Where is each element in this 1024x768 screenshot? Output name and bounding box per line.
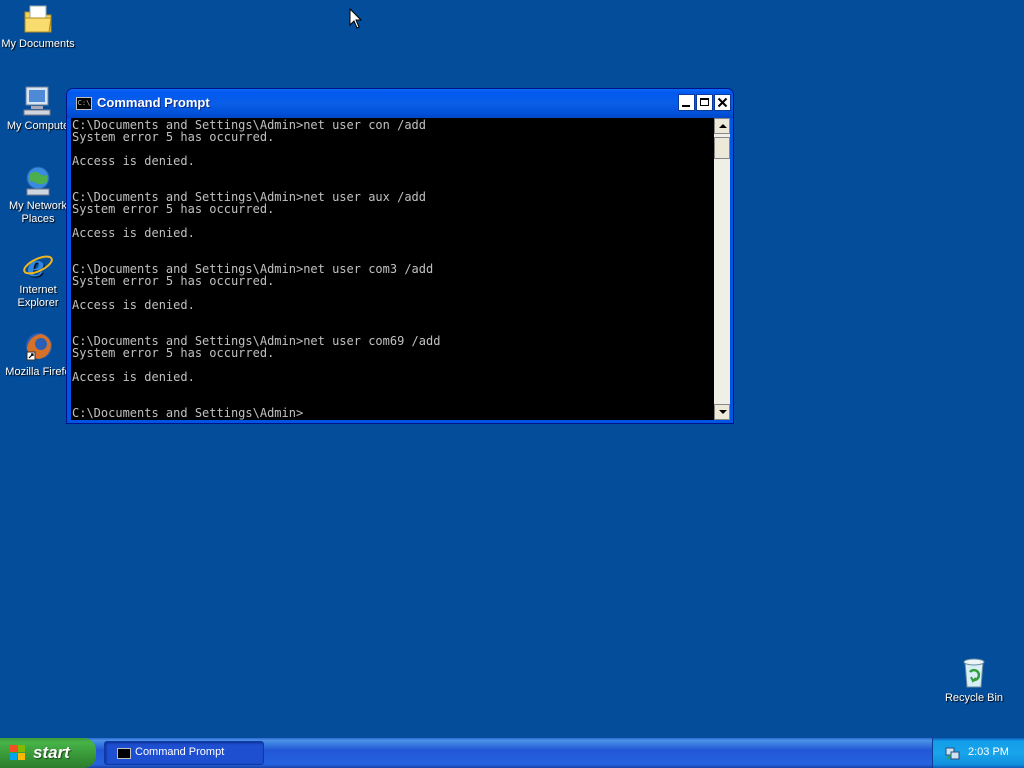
my-computer-icon	[21, 84, 55, 118]
firefox-icon	[21, 330, 55, 364]
network-status-icon[interactable]	[945, 745, 961, 761]
system-tray: 2:03 PM	[932, 738, 1024, 768]
scroll-up-button[interactable]	[714, 118, 730, 134]
recycle-bin-icon	[957, 656, 991, 690]
desktop-icon-recycle-bin[interactable]: Recycle Bin	[936, 656, 1012, 705]
desktop-icon-label-line2: Places	[21, 213, 55, 225]
svg-text:e: e	[27, 250, 45, 282]
desktop-icon-label: Recycle Bin	[944, 692, 1004, 704]
console-line: System error 5 has occurred.	[72, 346, 275, 360]
console-output[interactable]: C:\Documents and Settings\Admin>net user…	[71, 118, 714, 420]
arrow-up-icon	[719, 124, 727, 128]
my-documents-icon	[21, 2, 55, 36]
desktop-icon-label-line1: My Network	[8, 200, 68, 212]
close-icon	[717, 97, 728, 108]
internet-explorer-icon: e	[21, 248, 55, 283]
minimize-button[interactable]	[678, 94, 695, 111]
desktop-icon-label: My Compute	[6, 120, 70, 132]
arrow-down-icon	[719, 410, 727, 414]
console-line: Access is denied.	[72, 298, 195, 312]
taskbar: start Command Prompt 2:03 PM	[0, 738, 1024, 768]
console-line: System error 5 has occurred.	[72, 202, 275, 216]
window-title: Command Prompt	[97, 95, 210, 110]
command-prompt-app-icon	[117, 748, 131, 759]
title-bar[interactable]: C:\ Command Prompt	[67, 89, 733, 118]
command-prompt-window[interactable]: C:\ Command Prompt C:\Documents and Sett…	[66, 88, 734, 424]
console-line: Access is denied.	[72, 154, 195, 168]
maximize-button[interactable]	[696, 94, 713, 111]
console-line: C:\Documents and Settings\Admin>	[72, 406, 304, 420]
taskbar-button-label: Command Prompt	[135, 746, 225, 758]
clock[interactable]: 2:03 PM	[968, 746, 1009, 758]
mouse-cursor-icon	[349, 8, 363, 29]
minimize-icon	[682, 105, 690, 107]
desktop-icon-my-documents[interactable]: My Documents	[0, 2, 76, 51]
desktop-icon-label: Mozilla Firefo	[5, 366, 71, 378]
desktop-icon-label: My Documents	[1, 38, 75, 50]
desktop-icon-my-network-places[interactable]: My Network Places	[0, 164, 76, 226]
command-prompt-app-icon[interactable]: C:\	[76, 97, 92, 110]
desktop-icon-internet-explorer[interactable]: e Internet Explorer	[0, 248, 76, 310]
vertical-scrollbar[interactable]	[714, 118, 730, 420]
start-label: start	[33, 743, 70, 762]
console-line: Access is denied.	[72, 226, 195, 240]
console-line: System error 5 has occurred.	[72, 130, 275, 144]
scroll-thumb[interactable]	[714, 137, 730, 159]
console-line: System error 5 has occurred.	[72, 274, 275, 288]
desktop-icon-label-line2: Explorer	[17, 297, 59, 309]
maximize-icon	[700, 98, 709, 106]
scroll-down-button[interactable]	[714, 404, 730, 420]
taskbar-button-command-prompt[interactable]: Command Prompt	[104, 741, 264, 765]
my-network-places-icon	[21, 164, 55, 198]
desktop-icon-mozilla-firefox[interactable]: Mozilla Firefo	[0, 330, 76, 379]
close-button[interactable]	[714, 94, 731, 111]
start-button[interactable]: start	[0, 738, 96, 768]
windows-flag-icon	[10, 745, 26, 761]
desktop-icon-my-computer[interactable]: My Compute	[0, 84, 76, 133]
console-line: Access is denied.	[72, 370, 195, 384]
console-text: C:\Documents and Settings\Admin>net user…	[71, 118, 714, 419]
desktop-icon-label-line1: Internet	[19, 284, 57, 296]
